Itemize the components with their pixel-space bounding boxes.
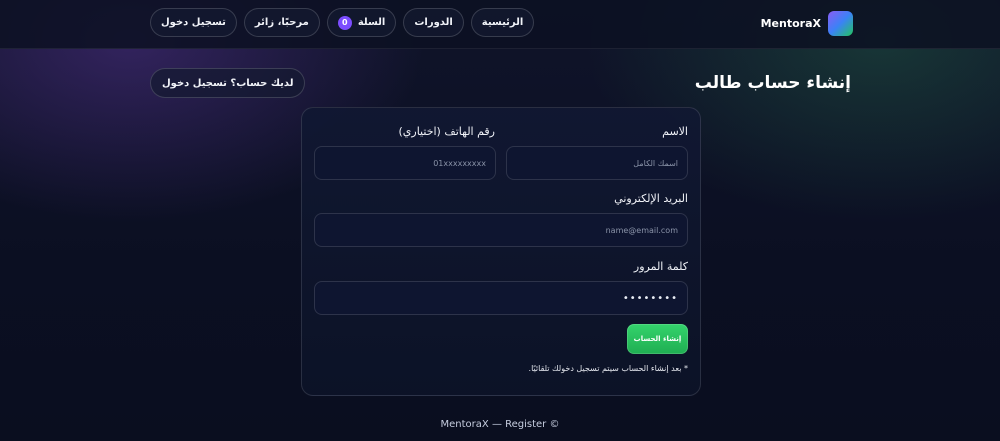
email-label: البريد الإلكتروني bbox=[614, 192, 688, 205]
nav-links: تسجيل دخول مرحبًا، زائر 0 السلة الدورات … bbox=[150, 8, 535, 37]
phone-label: رقم الهاتف (اختياري) bbox=[398, 125, 495, 138]
name-input[interactable] bbox=[506, 146, 688, 180]
nav-home-link[interactable]: الرئيسية bbox=[470, 8, 535, 37]
password-input[interactable] bbox=[314, 281, 688, 315]
top-navbar: MentoraX تسجيل دخول مرحبًا، زائر 0 السلة… bbox=[0, 0, 1000, 49]
create-account-button[interactable]: إنشاء الحساب bbox=[627, 324, 688, 354]
nav-greeting[interactable]: مرحبًا، زائر bbox=[243, 8, 320, 37]
brand-name: MentoraX bbox=[760, 17, 821, 30]
have-account-label: لديك حساب؟ تسجيل دخول bbox=[162, 77, 294, 89]
nav-greeting-label: مرحبًا، زائر bbox=[254, 17, 309, 28]
brand[interactable]: MentoraX bbox=[761, 11, 853, 36]
brand-logo-icon bbox=[828, 11, 853, 36]
page-title: إنشاء حساب طالب bbox=[694, 73, 851, 93]
auto-login-note: * بعد إنشاء الحساب سيتم تسجيل دخولك تلقا… bbox=[528, 364, 688, 373]
nav-courses-label: الدورات bbox=[414, 17, 453, 28]
nav-login-label: تسجيل دخول bbox=[161, 17, 226, 28]
nav-home-label: الرئيسية bbox=[481, 17, 524, 28]
phone-input[interactable] bbox=[314, 146, 496, 180]
name-label: الاسم bbox=[662, 125, 688, 138]
password-label: كلمة المرور bbox=[633, 260, 688, 273]
nav-courses-link[interactable]: الدورات bbox=[403, 8, 464, 37]
nav-cart-button[interactable]: 0 السلة bbox=[326, 8, 397, 37]
cart-count-badge: 0 bbox=[337, 15, 352, 30]
have-account-login-link[interactable]: لديك حساب؟ تسجيل دخول bbox=[150, 68, 306, 98]
email-input[interactable] bbox=[314, 213, 688, 247]
register-form-card: الاسم رقم الهاتف (اختياري) البريد الإلكت… bbox=[301, 107, 701, 396]
footer-text: © MentoraX — Register bbox=[440, 419, 560, 430]
nav-login-button[interactable]: تسجيل دخول bbox=[150, 8, 237, 37]
nav-cart-label: السلة bbox=[357, 17, 386, 28]
